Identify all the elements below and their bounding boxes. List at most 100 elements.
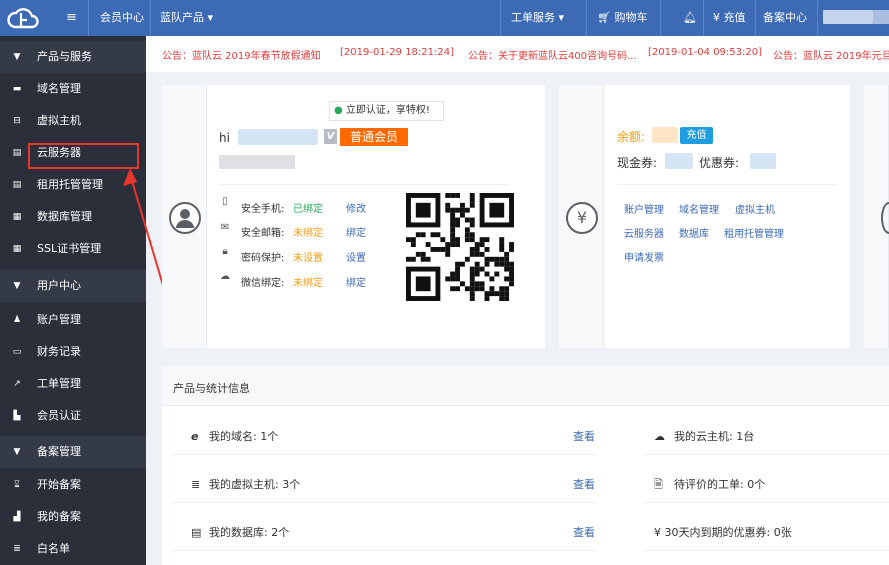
mail-status: 未绑定 xyxy=(293,228,323,239)
sidebar-item-tickets[interactable]: ↗ 工单管理 xyxy=(0,368,146,400)
top-navigation-bar: ≡ 会员中心 蓝队产品 ▾ 工单服务 ▾ 🛒︎ 购物车 🔔︎ ¥ 充值 备案中心 xyxy=(0,0,889,36)
list-icon: ≣ xyxy=(13,544,21,554)
quick-link-invoice[interactable]: 申请发票 xyxy=(624,249,664,264)
quick-link-hosting[interactable]: 租用托管管理 xyxy=(724,225,784,240)
domain-icon: ▬ xyxy=(12,84,22,94)
discount-coupon-redacted xyxy=(750,153,776,169)
discount-coupon-label: 优惠券: xyxy=(699,156,740,170)
stat-row-domains: e 我的域名: 1个 查看 xyxy=(173,419,598,455)
vip-v-icon: V xyxy=(324,129,337,144)
notice-time: [2019-01-29 18:21:24] xyxy=(340,47,455,58)
finance-icon: ▭ xyxy=(12,347,22,357)
cash-coupon-label: 现金券: xyxy=(617,156,658,170)
quick-link-domain[interactable]: 域名管理 xyxy=(679,201,719,216)
quick-link-virtual-host[interactable]: 虚拟主机 xyxy=(735,201,775,216)
certificate-icon: ▦ xyxy=(12,244,22,254)
sidebar-item-domain[interactable]: ▬ 域名管理 xyxy=(0,73,146,105)
notice-time: [2019-01-04 09:53:20] xyxy=(648,47,763,58)
caret-down-icon: ▼ xyxy=(13,447,21,457)
view-domains-link[interactable]: 查看 xyxy=(573,419,595,455)
password-status: 未设置 xyxy=(293,253,323,264)
check-circle-icon: ● xyxy=(334,105,343,116)
ticket-icon: ↗ xyxy=(13,379,21,389)
stats-panel: 产品与统计信息 e 我的域名: 1个 查看 ≣ 我的虚拟主机: 3个 查看 ▤ … xyxy=(162,366,889,565)
account-id-redacted xyxy=(219,155,295,169)
sidebar-section-products[interactable]: ▼ 产品与服务 xyxy=(0,41,146,73)
greeting-text: hi xyxy=(219,131,230,145)
cloud-logo-icon[interactable] xyxy=(6,4,40,32)
verify-tooltip[interactable]: ● 立即认证，享特权! xyxy=(329,101,444,121)
sidebar-item-certification[interactable]: ▙ 会员认证 xyxy=(0,400,146,432)
sidebar-item-start-filing[interactable]: ⌛︎ 开始备案 xyxy=(0,469,146,501)
mail-bind-link[interactable]: 绑定 xyxy=(346,224,366,239)
cart-link[interactable]: 🛒︎ 购物车 xyxy=(597,0,647,36)
wechat-icon: ☁ xyxy=(220,271,230,282)
certify-icon: ▙ xyxy=(13,411,21,421)
member-center-link[interactable]: 会员中心 xyxy=(100,0,144,36)
view-databases-link[interactable]: 查看 xyxy=(573,515,595,551)
caret-down-icon: ▼ xyxy=(13,52,21,62)
cash-coupon-redacted xyxy=(665,153,693,169)
document-icon: 🗎︎ xyxy=(654,478,663,491)
balance-redacted xyxy=(652,127,678,143)
filing-center-link[interactable]: 备案中心 xyxy=(763,0,807,36)
caret-down-icon: ▾ xyxy=(558,11,565,24)
profile-card: ● 立即认证，享特权! hi V 普通会员 ▯ 安全手机: 已绑定 修改 ✉ 安… xyxy=(162,85,545,348)
stat-row-virtual-hosts: ≣ 我的虚拟主机: 3个 查看 xyxy=(173,467,598,503)
database-icon: ▤ xyxy=(191,526,202,539)
view-virtual-hosts-link[interactable]: 查看 xyxy=(573,467,595,503)
quick-link-database[interactable]: 数据库 xyxy=(679,225,709,240)
stats-title: 产品与统计信息 xyxy=(173,382,250,395)
notice-bar: 公告：蓝队云 2019年春节放假通知 [2019-01-29 18:21:24]… xyxy=(146,36,889,72)
menu-toggle-icon[interactable]: ≡ xyxy=(66,0,77,36)
phone-status: 已绑定 xyxy=(293,204,323,215)
rack-icon: ▤ xyxy=(12,180,22,190)
cart-icon: 🛒︎ xyxy=(597,11,611,24)
finance-card: ¥ 余额: 充值 现金券: 优惠券: 账户管理 域名管理 虚拟主机 云服务器 数… xyxy=(559,85,850,348)
notice-link[interactable]: 公告：蓝队云 2019年元旦 xyxy=(773,47,889,62)
server-icon: ▤ xyxy=(12,148,22,158)
partial-card xyxy=(864,85,889,348)
username-redacted xyxy=(238,129,318,145)
stat-row-pending-tickets: 🗎︎ 待评价的工单: 0个 xyxy=(642,467,889,503)
sidebar-item-whitelist[interactable]: ≣ 白名单 xyxy=(0,533,146,565)
chart-icon: ▟ xyxy=(13,512,21,522)
sidebar-item-my-filing[interactable]: ▟ 我的备案 xyxy=(0,501,146,533)
quick-link-cloud-server[interactable]: 云服务器 xyxy=(624,225,664,240)
user-avatar[interactable] xyxy=(873,10,889,24)
member-level-badge[interactable]: 普通会员 xyxy=(340,128,408,146)
stat-row-expiring-coupons: ¥ 30天内到期的优惠券: 0张 xyxy=(642,515,889,551)
stat-row-cloud-hosts: ☁ 我的云主机: 1台 xyxy=(642,419,889,455)
notice-link[interactable]: 公告：蓝队云 2019年春节放假通知 xyxy=(162,47,321,62)
phone-modify-link[interactable]: 修改 xyxy=(346,200,366,215)
qr-code-icon xyxy=(406,193,514,301)
password-set-link[interactable]: 设置 xyxy=(346,249,366,264)
caret-down-icon: ▼ xyxy=(13,281,21,291)
avatar-icon[interactable] xyxy=(169,202,201,234)
user-name-redacted[interactable] xyxy=(823,10,873,24)
wechat-status: 未绑定 xyxy=(293,278,323,289)
wechat-bind-link[interactable]: 绑定 xyxy=(346,274,366,289)
ticket-service-menu[interactable]: 工单服务 ▾ xyxy=(511,0,564,36)
stat-row-databases: ▤ 我的数据库: 2个 查看 xyxy=(173,515,598,551)
list-icon: ≣ xyxy=(191,478,201,491)
recharge-link[interactable]: ¥ 充值 xyxy=(713,0,746,36)
yen-icon: ¥ xyxy=(713,11,720,24)
caret-down-icon: ▾ xyxy=(207,11,214,24)
products-menu[interactable]: 蓝队产品 ▾ xyxy=(160,0,213,36)
lock-icon: 🔒︎ xyxy=(222,246,228,257)
notice-link[interactable]: 公告：关于更新蓝队云400咨询号码... xyxy=(468,47,637,62)
hourglass-icon: ⌛︎ xyxy=(14,480,20,490)
yen-circle-icon: ¥ xyxy=(566,202,598,234)
mail-icon: ✉ xyxy=(220,222,230,233)
sidebar-section-filing[interactable]: ▼ 备案管理 xyxy=(0,436,146,468)
recharge-button[interactable]: 充值 xyxy=(680,127,713,144)
cloud-icon: ☁ xyxy=(654,430,665,443)
bell-icon[interactable]: 🔔︎ xyxy=(683,0,697,36)
quick-link-account[interactable]: 账户管理 xyxy=(624,201,664,216)
balance-label: 余额: xyxy=(617,130,646,144)
sidebar-item-virtual-host[interactable]: ⊟ 虚拟主机 xyxy=(0,105,146,137)
user-icon: ♟ xyxy=(12,315,22,325)
database-icon: ▦ xyxy=(12,212,22,222)
host-icon: ⊟ xyxy=(13,116,21,126)
